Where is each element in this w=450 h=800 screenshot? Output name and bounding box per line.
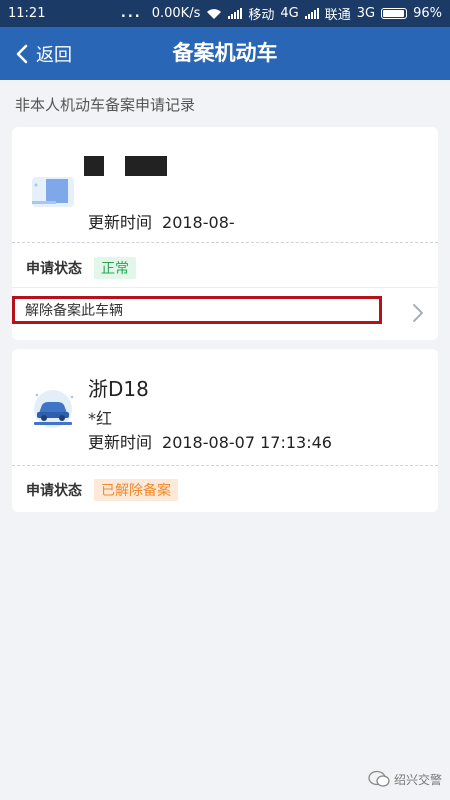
redacted-plate-block [84, 156, 104, 176]
vehicle-record-card[interactable]: 浙D18 *红 更新时间 2018-08-07 17:13:46 申请状态 已解除… [12, 349, 438, 512]
update-time-label: 更新时间 [88, 213, 153, 232]
plate-number: 浙D18 [88, 377, 149, 401]
network-2-type: 3G [356, 6, 376, 21]
update-time-value: 2018-08- [162, 213, 235, 232]
carrier-1-label: 移动 [248, 8, 275, 23]
battery-icon [381, 8, 408, 19]
redacted-plate-block [125, 156, 167, 176]
status-label: 申请状态 [26, 483, 82, 499]
car-icon [34, 390, 74, 428]
chevron-right-icon [413, 304, 423, 322]
notification-dots: ... [120, 6, 142, 21]
status-bar: 11:21 ... 0.00K/s 移动 4G 联通 3G 96% [0, 0, 450, 27]
application-status: 申请状态 正常 [26, 257, 136, 279]
wifi-icon [207, 8, 222, 19]
update-time-label: 更新时间 [88, 433, 153, 452]
watermark: 绍兴交警 [368, 770, 442, 788]
status-badge: 已解除备案 [94, 479, 178, 501]
signal-2-icon [304, 8, 319, 19]
wechat-icon [368, 770, 390, 787]
network-speed: 0.00K/s [151, 6, 201, 21]
vehicle-color: *红 [88, 409, 113, 428]
carrier-2-label: 联通 [324, 8, 351, 23]
status-label: 申请状态 [26, 261, 82, 277]
update-time-line: 更新时间 2018-08- [88, 209, 235, 233]
update-time-value: 2018-08-07 17:13:46 [162, 433, 332, 452]
dashed-divider [12, 465, 438, 466]
application-status: 申请状态 已解除备案 [26, 479, 178, 501]
battery-percent: 96% [413, 6, 442, 21]
signal-1-icon [228, 8, 243, 19]
unregister-vehicle-row[interactable]: 解除备案此车辆 [12, 288, 438, 340]
back-button[interactable]: 返回 [12, 27, 72, 80]
watermark-text: 绍兴交警 [393, 772, 442, 787]
update-time-line: 更新时间 2018-08-07 17:13:46 [88, 429, 332, 453]
back-label: 返回 [36, 44, 72, 66]
unregister-vehicle-label: 解除备案此车辆 [25, 303, 123, 319]
section-caption: 非本人机动车备案申请记录 [15, 96, 196, 114]
chevron-left-icon [16, 44, 28, 63]
unregister-vehicle-button[interactable]: 解除备案此车辆 [12, 296, 382, 324]
dashed-divider [12, 242, 438, 243]
nav-bar: 返回 备案机动车 [0, 27, 450, 80]
status-badge: 正常 [94, 257, 136, 279]
vehicle-record-card[interactable]: 更新时间 2018-08- 申请状态 正常 解除备案此车辆 [12, 127, 438, 340]
vehicle-card-icon [32, 177, 74, 207]
status-time: 11:21 [8, 6, 46, 21]
network-1-type: 4G [280, 6, 299, 21]
